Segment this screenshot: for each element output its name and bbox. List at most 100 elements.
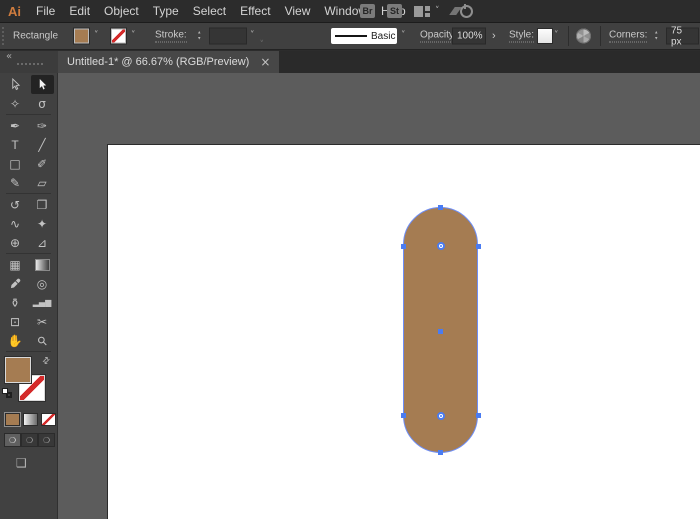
corners-input[interactable]: 75 px — [666, 28, 699, 45]
hand-tool[interactable]: ✋ — [4, 331, 27, 350]
active-tool-label: Rectangle — [13, 31, 58, 42]
style-label[interactable]: Style: — [509, 30, 534, 43]
swap-fill-stroke-icon[interactable]: ⇄ — [41, 355, 53, 367]
anchor-point-bottom[interactable] — [438, 450, 443, 455]
menu-edit[interactable]: Edit — [62, 4, 97, 18]
gradient-tool[interactable] — [31, 255, 54, 274]
width-tool[interactable]: ∿ — [4, 214, 27, 233]
anchor-point-lower-right[interactable] — [476, 413, 481, 418]
graphic-style-swatch[interactable] — [537, 28, 553, 44]
eyedropper-icon — [10, 278, 21, 289]
selection-tool[interactable] — [4, 75, 27, 94]
mesh-tool[interactable]: ▦ — [4, 255, 27, 274]
symbol-sprayer-tool[interactable]: ⚱ — [4, 293, 27, 312]
perspective-grid-tool[interactable]: ⊿ — [31, 233, 54, 252]
slice-icon: ✂ — [37, 316, 47, 328]
fill-chevron-down-icon[interactable]: ˅ — [94, 32, 99, 41]
gpu-performance-button[interactable] — [452, 5, 473, 18]
separator — [600, 26, 601, 46]
illustrator-logo-icon: Ai — [8, 4, 21, 19]
type-icon: T — [11, 139, 18, 151]
color-button[interactable] — [5, 413, 20, 426]
brush-chevron-down-icon[interactable]: ˅ — [401, 32, 406, 41]
draw-normal-button[interactable]: ❍ — [4, 433, 21, 447]
document-tab[interactable]: Untitled-1* @ 66.67% (RGB/Preview) × — [58, 51, 279, 73]
rectangle-tool[interactable]: □ — [4, 154, 27, 173]
curvature-icon: ✑ — [37, 120, 47, 132]
brush-definition-dropdown[interactable]: Basic — [331, 28, 397, 44]
blend-tool[interactable]: ◎ — [31, 274, 54, 293]
type-tool[interactable]: T — [4, 135, 27, 154]
draw-inside-button[interactable]: ❍ — [38, 433, 55, 447]
shape-builder-tool[interactable]: ⊕ — [4, 233, 27, 252]
scale-tool[interactable]: ❐ — [31, 195, 54, 214]
default-fill-stroke-icon[interactable] — [2, 388, 13, 399]
line-segment-tool[interactable]: ╱ — [31, 135, 54, 154]
magic-wand-tool[interactable]: ✧ — [4, 94, 27, 113]
corners-stepper[interactable]: ▴ ▾ — [655, 31, 658, 42]
anchor-point-top[interactable] — [438, 205, 443, 210]
menu-view[interactable]: View — [278, 4, 318, 18]
stroke-chevron-down-icon[interactable]: ˅ — [131, 32, 136, 41]
eyedropper-tool[interactable] — [4, 274, 27, 293]
corner-widget-top[interactable] — [437, 242, 445, 250]
anchor-point-lower-left[interactable] — [401, 413, 406, 418]
zoom-tool[interactable]: ⚲ — [31, 331, 54, 350]
stroke-weight-label[interactable]: Stroke: — [155, 30, 187, 43]
lasso-icon: σ — [38, 98, 46, 110]
toolbar-divider — [6, 351, 51, 352]
stock-button[interactable]: St — [387, 4, 402, 18]
stroke-weight-chevron-icon[interactable]: ˅ — [250, 32, 255, 41]
none-button[interactable] — [41, 413, 56, 426]
stroke-weight-input[interactable] — [209, 28, 247, 45]
anchor-point-upper-right[interactable] — [476, 244, 481, 249]
fill-color-swatch[interactable] — [74, 29, 89, 44]
style-chevron-down-icon[interactable]: ˅ — [554, 32, 559, 41]
bridge-button[interactable]: Br — [360, 4, 375, 18]
tools-panel-header: « — [0, 51, 58, 73]
opacity-more-button[interactable]: › — [492, 30, 496, 42]
artboard-tool[interactable]: ⊡ — [4, 312, 27, 331]
pen-tool[interactable]: ✒ — [4, 116, 27, 135]
lasso-tool[interactable]: σ — [31, 94, 54, 113]
curvature-tool[interactable]: ✑ — [31, 116, 54, 135]
column-graph-tool[interactable]: ▂▄▆ — [31, 293, 54, 312]
anchor-point-upper-left[interactable] — [401, 244, 406, 249]
paintbrush-tool[interactable]: ✐ — [31, 154, 54, 173]
draw-behind-button[interactable]: ❍ — [21, 433, 38, 447]
gradient-button[interactable] — [23, 413, 38, 426]
panel-grip[interactable] — [2, 27, 7, 45]
paintbrush-icon: ✐ — [37, 158, 47, 170]
stepper-down-icon: ▾ — [198, 37, 201, 42]
puppet-warp-tool[interactable]: ✦ — [31, 214, 54, 233]
menu-file[interactable]: File — [29, 4, 62, 18]
shape-center-point[interactable] — [438, 329, 443, 334]
collapse-panel-button[interactable]: « — [6, 51, 12, 62]
menu-bar: Ai File Edit Object Type Select Effect V… — [0, 0, 700, 22]
menu-effect[interactable]: Effect — [233, 4, 277, 18]
stroke-color-swatch[interactable] — [111, 29, 126, 44]
slice-tool[interactable]: ✂ — [31, 312, 54, 331]
recolor-artwork-icon[interactable] — [576, 29, 591, 44]
direct-selection-tool[interactable] — [31, 75, 54, 94]
menu-type[interactable]: Type — [146, 4, 186, 18]
eraser-tool[interactable]: ▱ — [31, 173, 54, 192]
corners-label[interactable]: Corners: — [609, 30, 647, 43]
artboard-icon: ⊡ — [10, 316, 20, 328]
chevron-down-icon: ˅ — [435, 7, 440, 16]
stroke-weight-stepper[interactable]: ▴ ▾ — [198, 31, 201, 42]
hand-icon: ✋ — [8, 335, 23, 347]
menu-select[interactable]: Select — [186, 4, 233, 18]
column-graph-icon: ▂▄▆ — [33, 299, 51, 307]
workspace-switcher[interactable]: ˅ — [414, 6, 440, 17]
change-screen-mode-button[interactable]: ❑ — [16, 456, 57, 470]
close-icon[interactable]: × — [260, 56, 270, 68]
document-tab-bar: « Untitled-1* @ 66.67% (RGB/Preview) × — [0, 51, 700, 73]
panel-grip[interactable] — [17, 63, 43, 65]
shaper-tool[interactable]: ✎ — [4, 173, 27, 192]
corner-widget-bottom[interactable] — [437, 412, 445, 420]
fill-proxy-swatch[interactable] — [5, 357, 31, 383]
opacity-input[interactable]: 100% — [452, 28, 486, 45]
rotate-tool[interactable]: ↺ — [4, 195, 27, 214]
menu-object[interactable]: Object — [97, 4, 146, 18]
